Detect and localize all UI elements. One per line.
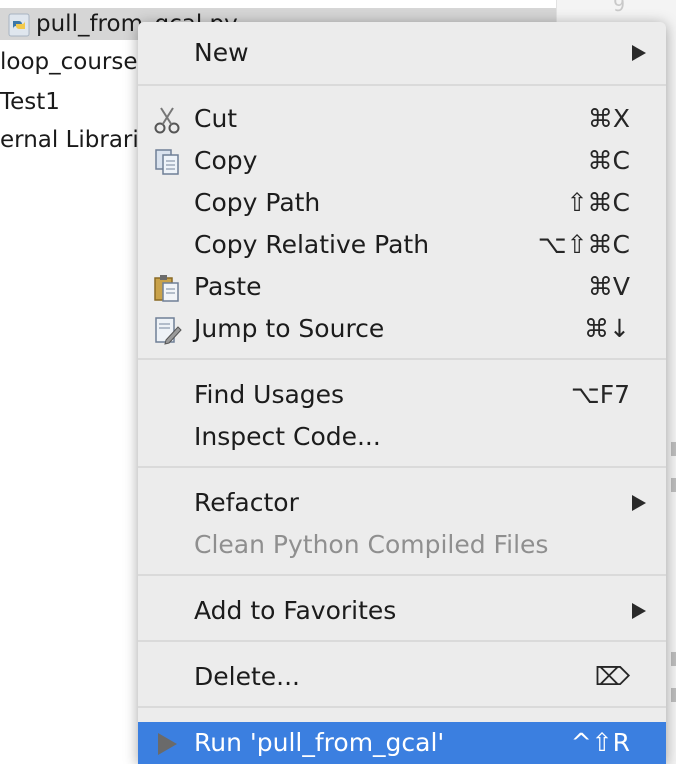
menu-item-inspect-code[interactable]: Inspect Code... bbox=[138, 416, 666, 458]
menu-item-shortcut: ⌥⇧⌘C bbox=[537, 230, 630, 259]
menu-separator bbox=[138, 466, 666, 468]
menu-item-copy-path[interactable]: Copy Path ⇧⌘C bbox=[138, 182, 666, 224]
fold-marker-icon[interactable] bbox=[671, 442, 676, 456]
menu-item-delete[interactable]: Delete... ⌦ bbox=[138, 656, 666, 698]
fold-marker-icon[interactable] bbox=[671, 478, 676, 492]
menu-item-shortcut: ⌘C bbox=[587, 146, 630, 175]
run-triangle-icon bbox=[158, 733, 177, 755]
menu-item-label: Delete... bbox=[194, 662, 300, 691]
menu-item-label: New bbox=[194, 38, 249, 67]
menu-item-copy-relative-path[interactable]: Copy Relative Path ⌥⇧⌘C bbox=[138, 224, 666, 266]
menu-item-shortcut: ^⇧R bbox=[570, 728, 630, 757]
menu-item-refactor[interactable]: Refactor bbox=[138, 482, 666, 524]
menu-item-label: Inspect Code... bbox=[194, 422, 381, 451]
menu-item-paste[interactable]: Paste ⌘V bbox=[138, 266, 666, 308]
submenu-arrow-icon bbox=[632, 495, 646, 511]
menu-item-shortcut: ⇧⌘C bbox=[566, 188, 630, 217]
menu-separator bbox=[138, 640, 666, 642]
tree-item-loop-courses[interactable]: loop_courses bbox=[0, 46, 150, 78]
tree-item-label: loop_courses bbox=[0, 49, 150, 75]
submenu-arrow-icon bbox=[632, 603, 646, 619]
menu-separator bbox=[138, 706, 666, 708]
submenu-arrow-icon bbox=[632, 45, 646, 61]
copy-icon bbox=[155, 149, 179, 175]
menu-item-new[interactable]: New bbox=[138, 32, 666, 74]
menu-item-shortcut: ⌘X bbox=[587, 104, 630, 133]
menu-item-label: Clean Python Compiled Files bbox=[194, 530, 549, 559]
menu-item-add-to-favorites[interactable]: Add to Favorites bbox=[138, 590, 666, 632]
menu-item-run[interactable]: Run 'pull_from_gcal' ^⇧R bbox=[138, 722, 666, 764]
line-number: 9 bbox=[612, 0, 625, 16]
menu-item-shortcut: ⌘V bbox=[587, 272, 630, 301]
menu-separator bbox=[138, 574, 666, 576]
menu-item-shortcut: ⌘↓ bbox=[584, 314, 630, 343]
menu-item-find-usages[interactable]: Find Usages ⌥F7 bbox=[138, 374, 666, 416]
menu-item-shortcut: ⌥F7 bbox=[570, 380, 630, 409]
menu-item-label: Cut bbox=[194, 104, 238, 133]
menu-item-clean-python-compiled-files: Clean Python Compiled Files bbox=[138, 524, 666, 566]
menu-item-label: Run 'pull_from_gcal' bbox=[194, 728, 445, 757]
paste-icon bbox=[154, 275, 179, 302]
menu-item-label: Add to Favorites bbox=[194, 596, 397, 625]
menu-item-label: Paste bbox=[194, 272, 262, 301]
tree-item-label: Test1 bbox=[0, 89, 60, 115]
tree-item-external-libraries[interactable]: ernal Librari bbox=[0, 124, 139, 156]
context-menu: New Cut ⌘X Copy ⌘C Copy Path ⇧⌘C Copy Re… bbox=[138, 22, 666, 764]
menu-item-label: Find Usages bbox=[194, 380, 345, 409]
python-file-icon bbox=[8, 13, 30, 36]
delete-key-icon: ⌦ bbox=[594, 662, 630, 691]
menu-item-copy[interactable]: Copy ⌘C bbox=[138, 140, 666, 182]
menu-separator bbox=[138, 84, 666, 86]
menu-item-cut[interactable]: Cut ⌘X bbox=[138, 98, 666, 140]
menu-separator bbox=[138, 358, 666, 360]
tree-item-test1[interactable]: Test1 bbox=[0, 86, 60, 118]
menu-item-label: Copy Path bbox=[194, 188, 321, 217]
menu-item-label: Copy bbox=[194, 146, 258, 175]
menu-item-label: Jump to Source bbox=[194, 314, 385, 343]
fold-marker-icon[interactable] bbox=[671, 652, 676, 666]
menu-item-label: Copy Relative Path bbox=[194, 230, 430, 259]
tree-item-label: ernal Librari bbox=[0, 127, 139, 153]
edit-source-icon bbox=[155, 317, 182, 345]
menu-item-jump-to-source[interactable]: Jump to Source ⌘↓ bbox=[138, 308, 666, 350]
fold-marker-icon[interactable] bbox=[671, 688, 676, 702]
scissors-icon bbox=[154, 107, 180, 134]
menu-item-label: Refactor bbox=[194, 488, 299, 517]
